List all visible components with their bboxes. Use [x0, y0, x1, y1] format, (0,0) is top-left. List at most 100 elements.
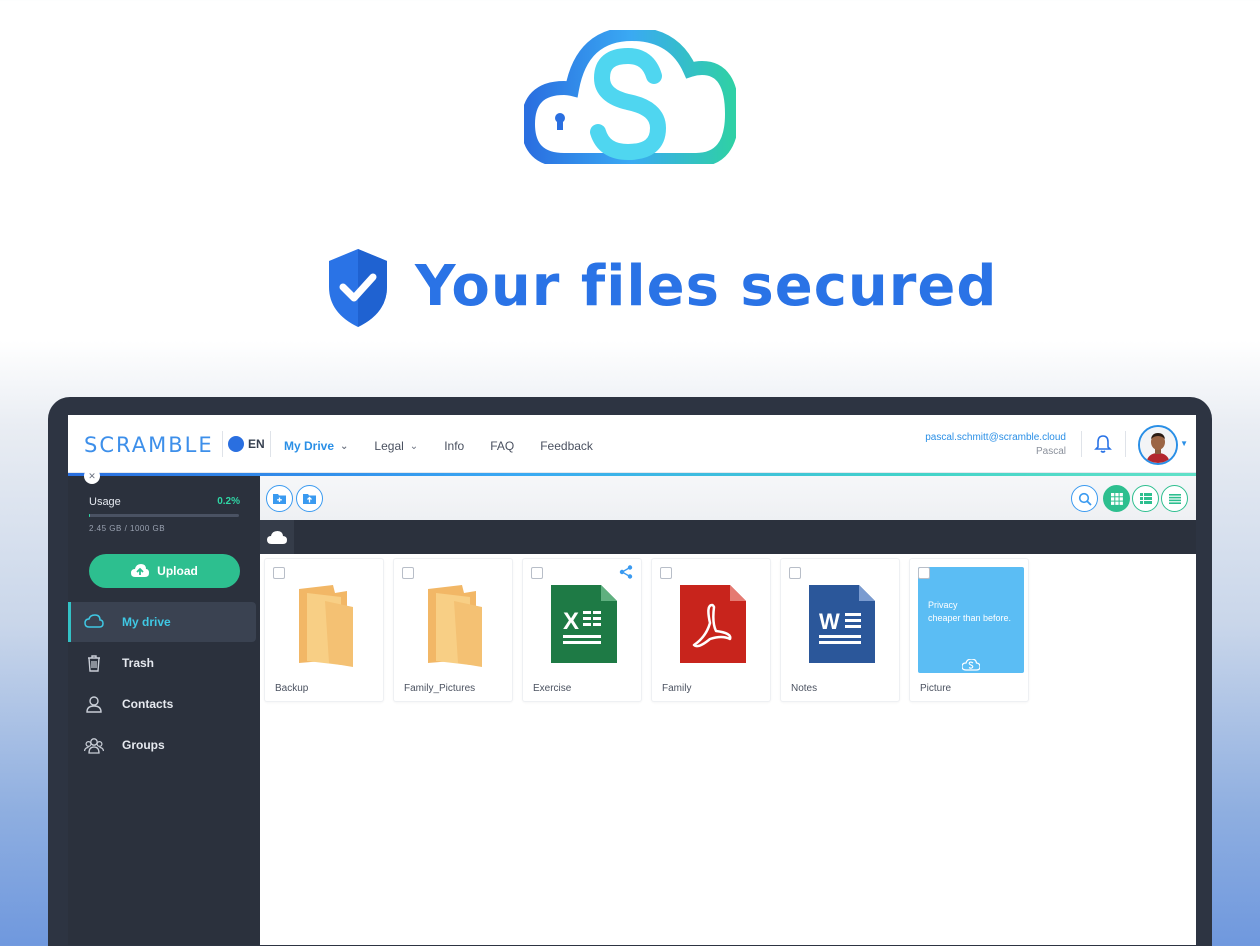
grid-view-button[interactable] [1103, 485, 1130, 512]
file-card-picture[interactable]: Privacy cheaper than before. Picture [909, 558, 1029, 702]
upload-button[interactable]: Upload [89, 554, 240, 588]
svg-text:X: X [563, 608, 579, 635]
new-folder-button[interactable] [266, 485, 293, 512]
laptop-frame: SCRAMBLE EN My Drive ⌄ Legal ⌄ Info FAQ … [48, 397, 1212, 946]
nav-label: Info [444, 439, 465, 453]
caret-down-icon[interactable]: ▼ [1180, 439, 1188, 448]
file-checkbox[interactable] [531, 567, 543, 579]
nav-label: Legal [374, 439, 404, 453]
usage-size: 2.45 GB / 1000 GB [89, 524, 166, 533]
file-name: Family_Pictures [404, 683, 476, 694]
sidebar-item-groups[interactable]: Groups [68, 725, 260, 765]
file-checkbox[interactable] [402, 567, 414, 579]
nav-faq[interactable]: FAQ [490, 435, 514, 457]
cloud-icon [84, 614, 104, 628]
user-name: Pascal [1035, 446, 1066, 457]
folder-icon [428, 585, 482, 667]
main-content: Backup Family_Pictures X Exercise Family… [260, 476, 1196, 945]
usage-label: Usage [89, 496, 121, 508]
language-label: EN [248, 437, 265, 451]
compact-list-button[interactable] [1161, 485, 1188, 512]
sidebar-item-contacts[interactable]: Contacts [68, 684, 260, 724]
nav-label: My Drive [284, 439, 335, 453]
group-icon [84, 738, 104, 754]
sidebar-item-label: My drive [122, 615, 171, 629]
file-card-exercise[interactable]: X Exercise [522, 558, 642, 702]
svg-text:W: W [819, 609, 840, 634]
main-nav: My Drive ⌄ Legal ⌄ Info FAQ Feedback [284, 435, 619, 457]
search-button[interactable] [1071, 485, 1098, 512]
file-name: Family [662, 683, 692, 694]
breadcrumb [260, 520, 1196, 554]
lines-icon [1168, 493, 1181, 504]
toolbar [260, 476, 1196, 520]
cloud-icon [267, 530, 287, 544]
folder-icon [299, 585, 353, 667]
usage-percent: 0.2% [217, 496, 240, 507]
usage-progress-bar [89, 514, 239, 517]
collapse-sidebar-icon[interactable]: ✕ [84, 468, 100, 484]
file-card-family[interactable]: Family [651, 558, 771, 702]
avatar[interactable] [1138, 425, 1178, 465]
file-name: Backup [275, 683, 309, 694]
language-selector[interactable]: EN [228, 436, 265, 452]
top-bar: SCRAMBLE EN My Drive ⌄ Legal ⌄ Info FAQ … [68, 415, 1196, 473]
file-card-family-pictures[interactable]: Family_Pictures [393, 558, 513, 702]
image-thumb: Privacy cheaper than before. [918, 567, 1024, 673]
sidebar-item-label: Trash [122, 656, 155, 670]
picture-text-line: Privacy [928, 600, 958, 610]
file-grid: Backup Family_Pictures X Exercise Family… [264, 558, 1029, 702]
trash-icon [88, 655, 100, 672]
file-checkbox[interactable] [789, 567, 801, 579]
pdf-icon [680, 585, 746, 663]
sidebar-nav: My drive Trash Contacts Groups [68, 602, 260, 766]
folder-plus-icon [273, 494, 286, 504]
divider [222, 431, 223, 457]
file-card-backup[interactable]: Backup [264, 558, 384, 702]
nav-label: Feedback [540, 439, 593, 453]
list-view-button[interactable] [1132, 485, 1159, 512]
breadcrumb-root[interactable] [260, 520, 294, 554]
file-checkbox[interactable] [273, 567, 285, 579]
app-screen: SCRAMBLE EN My Drive ⌄ Legal ⌄ Info FAQ … [68, 415, 1196, 945]
brand-logo[interactable]: SCRAMBLE [84, 433, 214, 457]
list-icon [1139, 493, 1152, 504]
nav-feedback[interactable]: Feedback [540, 435, 593, 457]
picture-text-line: cheaper than before. [928, 613, 1012, 623]
sidebar: ✕ Usage 0.2% 2.45 GB / 1000 GB Upload My… [68, 468, 260, 945]
avatar-image [1140, 427, 1176, 463]
scramble-mini-logo [962, 659, 980, 671]
user-icon [86, 696, 102, 713]
file-checkbox[interactable] [918, 567, 930, 579]
cloud-upload-icon [131, 564, 150, 577]
nav-my-drive[interactable]: My Drive ⌄ [284, 435, 348, 457]
excel-icon: X [551, 585, 617, 663]
hero-title: Your files secured [415, 254, 998, 319]
search-icon [1078, 492, 1092, 506]
file-checkbox[interactable] [660, 567, 672, 579]
user-info: pascal.schmitt@scramble.cloud Pascal [925, 431, 1066, 459]
chevron-down-icon: ⌄ [340, 440, 349, 452]
sidebar-item-label: Contacts [122, 697, 174, 711]
bell-icon[interactable] [1094, 434, 1112, 454]
file-name: Exercise [533, 683, 572, 694]
divider [1081, 431, 1082, 457]
shield-check-icon [329, 249, 387, 327]
folder-upload-icon [303, 494, 316, 504]
sidebar-item-trash[interactable]: Trash [68, 643, 260, 683]
share-icon[interactable] [619, 565, 633, 579]
globe-icon [228, 436, 244, 452]
file-card-notes[interactable]: W Notes [780, 558, 900, 702]
usage-progress-fill [89, 514, 90, 517]
divider [270, 431, 271, 457]
upload-folder-button[interactable] [296, 485, 323, 512]
word-icon: W [809, 585, 875, 663]
nav-legal[interactable]: Legal ⌄ [374, 435, 418, 457]
sidebar-item-my-drive[interactable]: My drive [68, 602, 256, 642]
user-email: pascal.schmitt@scramble.cloud [925, 432, 1066, 443]
grid-icon [1110, 492, 1123, 505]
file-name: Picture [920, 683, 952, 694]
sidebar-item-label: Groups [122, 738, 165, 752]
nav-info[interactable]: Info [444, 435, 464, 457]
divider [1125, 431, 1126, 457]
